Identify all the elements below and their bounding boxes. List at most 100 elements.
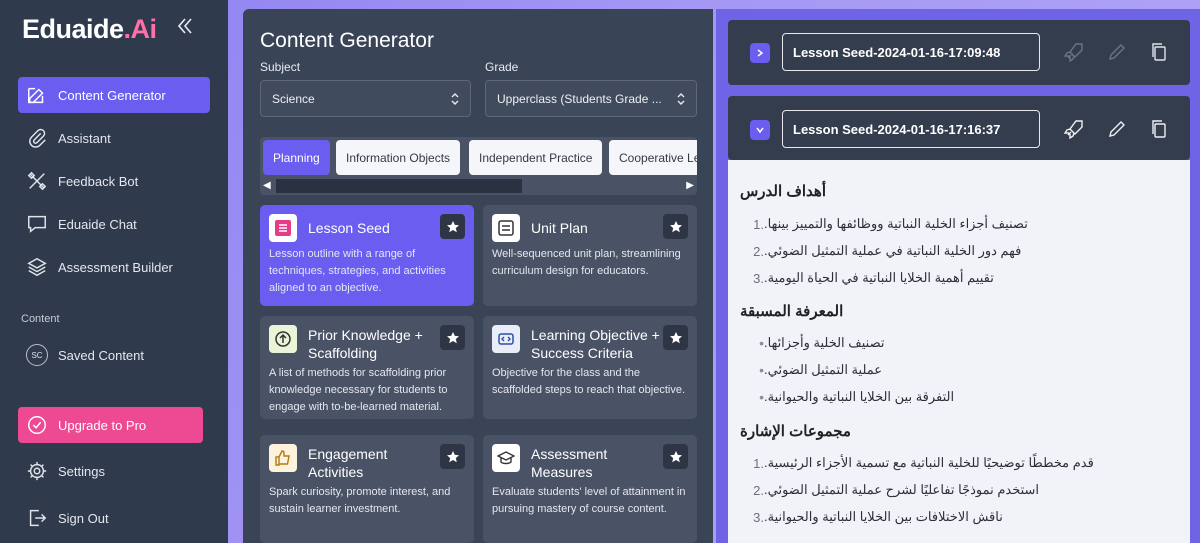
results-panel: Lesson Seed-2024-01-16-17:09:48 Lesson S… xyxy=(716,9,1200,543)
category-tabs: Planning Information Objects Independent… xyxy=(260,137,697,195)
seed-item-collapsed: Lesson Seed-2024-01-16-17:09:48 xyxy=(728,20,1190,85)
list-text: تقييم أهمية الخلايا النباتية في الحياة ا… xyxy=(764,270,994,285)
list-number: 3. xyxy=(753,270,764,286)
list-item: 2. فهم دور الخلية النباتية في عملية التمث… xyxy=(742,243,1021,259)
scroll-left-arrow-icon[interactable]: ◀ xyxy=(263,180,271,191)
list-text: التفرقة بين الخلايا النباتية والحيوانية. xyxy=(764,389,955,404)
card-learning-objective[interactable]: Learning Objective + Success Criteria Ob… xyxy=(483,316,697,419)
favorite-star-icon[interactable] xyxy=(440,444,465,469)
list-item: 1. قدم مخططًا توضيحيًا للخلية النباتية مع… xyxy=(742,455,1094,471)
favorite-star-icon[interactable] xyxy=(440,325,465,350)
tools-icon xyxy=(27,171,47,191)
generated-content: أهداف الدرس 1. تصنيف أجزاء الخلية النباتي… xyxy=(728,160,1190,543)
favorite-star-icon[interactable] xyxy=(663,214,688,239)
logo-accent: .Ai xyxy=(123,14,158,44)
grade-label: Grade xyxy=(485,60,519,74)
nav-assessment-builder[interactable]: Assessment Builder xyxy=(18,249,210,285)
upgrade-button[interactable]: Upgrade to Pro xyxy=(18,407,203,443)
list-text: عملية التمثيل الضوئي. xyxy=(764,362,883,377)
card-title: Lesson Seed xyxy=(308,220,390,236)
list-item: 2. استخدم نموذجًا تفاعليًا لشرح عملية الت… xyxy=(742,482,1039,498)
graduation-cap-icon xyxy=(492,444,520,472)
card-description: A list of methods for scaffolding prior … xyxy=(269,367,448,413)
collapse-toggle[interactable] xyxy=(750,120,770,140)
nav-content-generator[interactable]: Content Generator xyxy=(18,77,210,113)
grade-value: Upperclass (Students Grade ... xyxy=(497,91,662,106)
upgrade-label: Upgrade to Pro xyxy=(58,417,147,433)
nav-saved-content[interactable]: SC Saved Content xyxy=(18,337,210,373)
document-icon xyxy=(492,214,520,242)
nav-assistant[interactable]: Assistant xyxy=(18,120,210,156)
list-text: تصنيف أجزاء الخلية النباتية ووظائفها وال… xyxy=(764,216,1028,231)
chevron-right-icon xyxy=(757,49,764,57)
pencil-icon[interactable] xyxy=(1106,118,1128,140)
list-item: 3. ناقش الاختلافات بين الخلايا النباتية و… xyxy=(742,509,1003,525)
nav-label: Sign Out xyxy=(58,510,109,526)
card-unit-plan[interactable]: Unit Plan Well-sequenced unit plan, stre… xyxy=(483,205,697,306)
copy-icon[interactable] xyxy=(1148,41,1170,63)
pencil-icon[interactable] xyxy=(1106,41,1128,63)
card-engagement-activities[interactable]: Engagement Activities Spark curiosity, p… xyxy=(260,435,474,543)
nav-sign-out[interactable]: Sign Out xyxy=(18,500,210,536)
tab-independent-practice[interactable]: Independent Practice xyxy=(469,140,603,175)
list-item: • التفرقة بين الخلايا النباتية والحيوانية… xyxy=(742,389,954,405)
favorite-star-icon[interactable] xyxy=(663,444,688,469)
list-number: 1. xyxy=(753,455,764,471)
chat-icon xyxy=(28,215,46,233)
saved-content-badge-icon: SC xyxy=(26,344,48,366)
logo[interactable]: Eduaide.Ai xyxy=(22,14,157,45)
list-item: • تصنيف الخلية وأجزائها. xyxy=(742,335,884,351)
nav-settings[interactable]: Settings xyxy=(18,453,210,489)
card-description: Objective for the class and the scaffold… xyxy=(492,367,686,396)
section-heading: أهداف الدرس xyxy=(740,183,827,200)
ticket-icon xyxy=(492,325,520,353)
seed-name-input[interactable]: Lesson Seed-2024-01-16-17:16:37 xyxy=(782,110,1040,148)
arrow-up-circle-icon xyxy=(269,325,297,353)
card-description: Spark curiosity, promote interest, and s… xyxy=(269,486,451,515)
rocket-icon[interactable] xyxy=(1063,41,1085,63)
content-generator-panel: Content Generator Subject Science Grade … xyxy=(243,9,713,543)
layers-icon xyxy=(27,257,47,277)
section-heading: مجموعات الإشارة xyxy=(740,423,851,440)
card-title: Unit Plan xyxy=(531,220,588,236)
collapse-sidebar-icon[interactable] xyxy=(176,16,194,36)
check-circle-icon xyxy=(28,416,46,434)
expand-toggle[interactable] xyxy=(750,43,770,63)
card-lesson-seed[interactable]: Lesson Seed Lesson outline with a range … xyxy=(260,205,474,306)
subject-select[interactable]: Science xyxy=(260,80,471,117)
section-label-content: Content xyxy=(21,313,60,325)
tab-information-objects[interactable]: Information Objects xyxy=(336,140,461,175)
nav-feedback-bot[interactable]: Feedback Bot xyxy=(18,163,210,199)
seed-name-input[interactable]: Lesson Seed-2024-01-16-17:09:48 xyxy=(782,33,1040,71)
nav-label: Eduaide Chat xyxy=(58,216,137,232)
favorite-star-icon[interactable] xyxy=(440,214,465,239)
list-text: فهم دور الخلية النباتية في عملية التمثيل… xyxy=(764,243,1022,258)
scroll-right-arrow-icon[interactable]: ▶ xyxy=(686,180,694,191)
list-text: ناقش الاختلافات بين الخلايا النباتية وال… xyxy=(764,509,1003,524)
card-assessment-measures[interactable]: Assessment Measures Evaluate students' l… xyxy=(483,435,697,543)
bullet: • xyxy=(759,362,764,378)
nav-label: Settings xyxy=(58,463,105,479)
copy-icon[interactable] xyxy=(1148,118,1170,140)
nav-label: Feedback Bot xyxy=(58,173,139,189)
nav-label: Assessment Builder xyxy=(58,259,173,275)
paperclip-icon xyxy=(29,128,46,148)
list-item: 1. تصنيف أجزاء الخلية النباتية ووظائفها و… xyxy=(742,216,1028,232)
rocket-icon[interactable] xyxy=(1063,118,1085,140)
card-title: Learning Objective + Success Criteria xyxy=(531,327,660,361)
card-prior-knowledge[interactable]: Prior Knowledge + Scaffolding A list of … xyxy=(260,316,474,419)
list-number: 2. xyxy=(753,482,764,498)
list-item: 3. تقييم أهمية الخلايا النباتية في الحياة… xyxy=(742,270,994,286)
favorite-star-icon[interactable] xyxy=(663,325,688,350)
tabs-scrollbar-thumb[interactable] xyxy=(276,179,522,193)
sign-out-icon xyxy=(29,509,47,527)
tab-cooperative-learning[interactable]: Cooperative Le xyxy=(609,140,697,175)
thumbs-up-icon xyxy=(269,444,297,472)
grade-select[interactable]: Upperclass (Students Grade ... xyxy=(485,80,697,117)
chevron-down-icon xyxy=(756,127,764,134)
card-title: Engagement Activities xyxy=(308,446,388,480)
tab-planning[interactable]: Planning xyxy=(263,140,330,175)
card-title: Assessment Measures xyxy=(531,446,608,480)
list-item: • عملية التمثيل الضوئي. xyxy=(742,362,882,378)
nav-eduaide-chat[interactable]: Eduaide Chat xyxy=(18,206,210,242)
